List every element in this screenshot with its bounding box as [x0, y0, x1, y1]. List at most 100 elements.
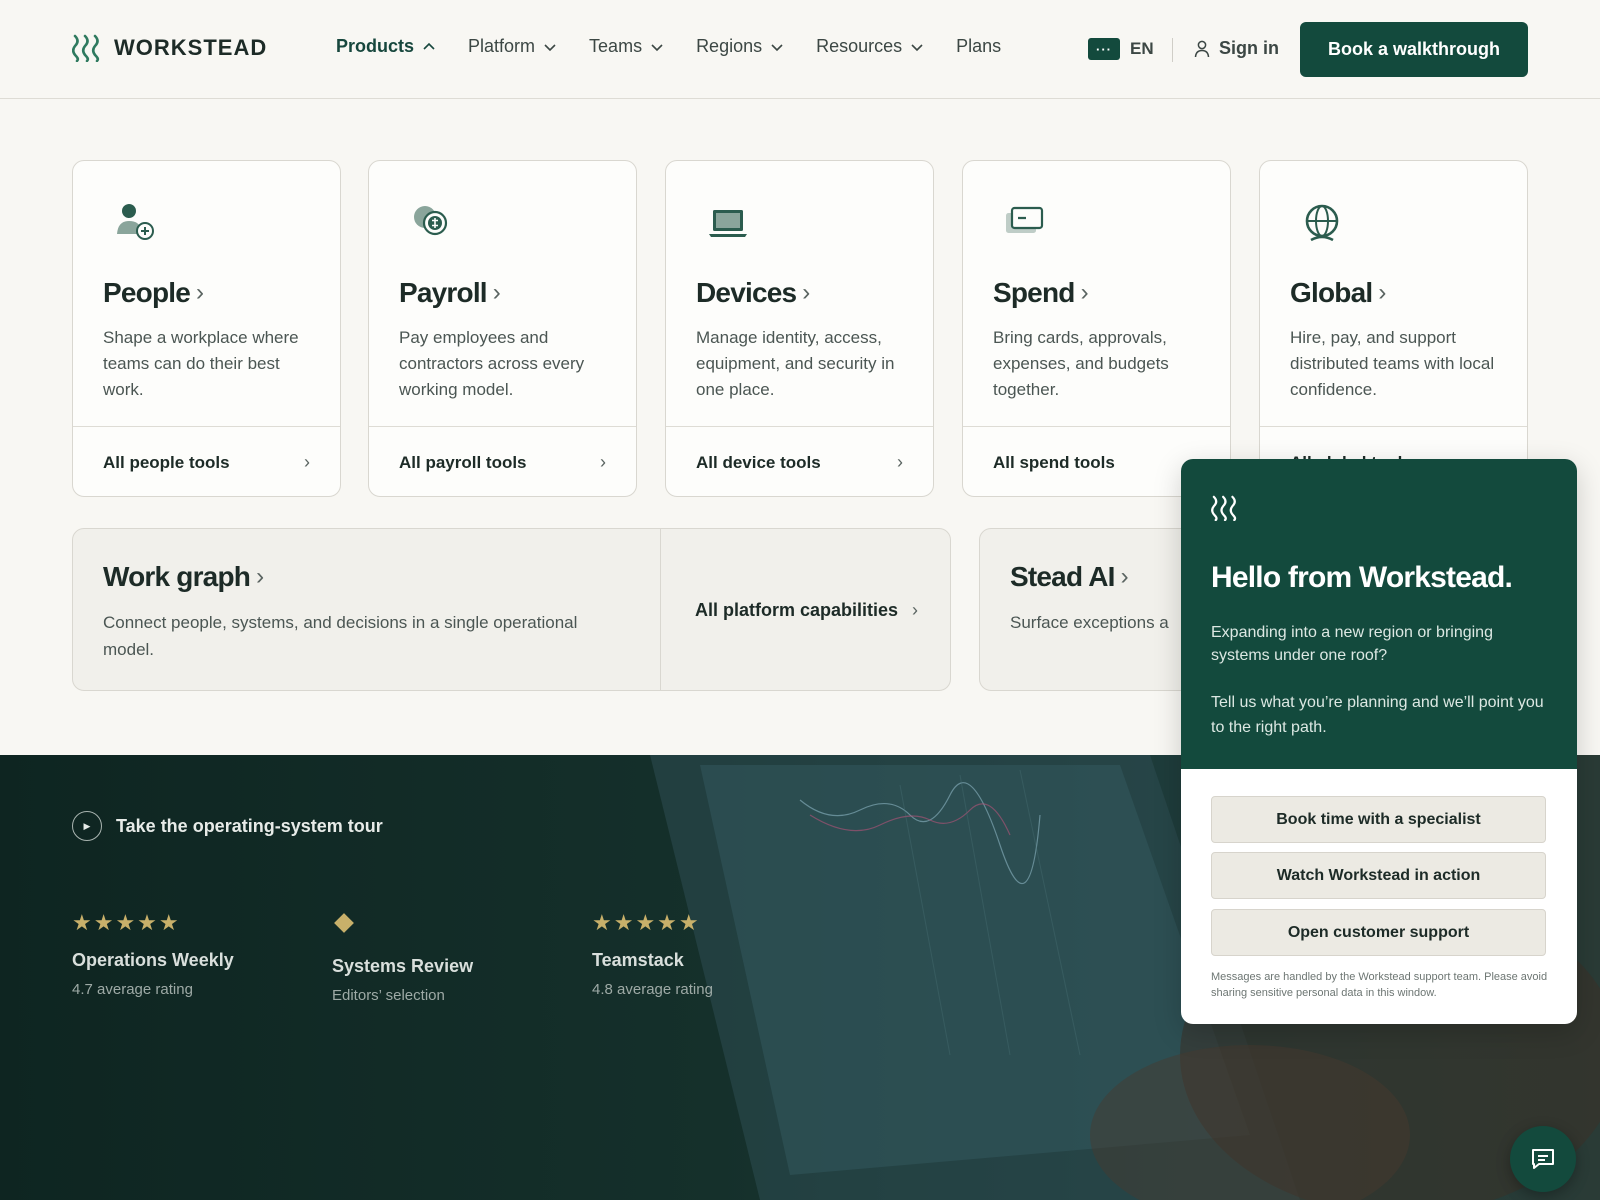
header-divider — [1172, 38, 1173, 62]
nav-platform-label: Platform — [468, 36, 536, 56]
sign-in-link[interactable]: Sign in — [1194, 38, 1279, 59]
chat-bubble-icon — [1532, 1149, 1554, 1169]
chat-popup: Hello from Workstead. Expanding into a n… — [1181, 459, 1577, 1024]
book-specialist-button[interactable]: Book time with a specialist — [1211, 796, 1546, 843]
language-flag-icon: ··· — [1088, 38, 1120, 60]
card-title-text: People — [103, 277, 191, 308]
chevron-right-icon: › — [256, 563, 264, 590]
nav-teams[interactable]: Teams — [589, 36, 664, 57]
arrow-right-icon: › — [912, 600, 919, 620]
all-platform-capabilities-label: All platform capabilities — [694, 600, 899, 620]
chat-prompt-text: Tell us what you’re planning and we’ll p… — [1211, 694, 1544, 736]
chevron-right-icon: › — [802, 279, 810, 306]
chevron-right-icon: › — [196, 279, 204, 306]
user-icon — [1194, 40, 1210, 57]
chevron-right-icon: › — [1120, 563, 1129, 590]
nav-regions-label: Regions — [696, 36, 763, 56]
chevron-right-icon: › — [1378, 279, 1386, 306]
tour-label: Take the operating-system tour — [116, 815, 383, 836]
card-title: Payroll › — [399, 277, 501, 309]
payroll-coins-icon — [414, 206, 448, 236]
language-selector[interactable]: ··· EN — [1088, 38, 1154, 60]
top-navigation-bar: WORKSTEAD Products Platform Teams Region… — [0, 0, 1600, 99]
five-stars-icon: ★★★★★ — [592, 910, 701, 935]
product-card-payroll[interactable]: Payroll › Pay employees and contractors a… — [368, 160, 637, 497]
nav-plans-label: Plans — [956, 36, 1002, 56]
globe-icon — [1305, 204, 1339, 242]
nav-teams-label: Teams — [589, 36, 643, 56]
rating-source: Operations Weekly — [72, 950, 234, 970]
rating-operations-weekly: ★★★★★ Operations Weekly 4.7 average rati… — [72, 910, 234, 998]
open-support-button[interactable]: Open customer support — [1211, 909, 1546, 956]
language-code: EN — [1130, 39, 1154, 58]
rating-source: Systems Review — [332, 956, 474, 976]
card-title: People › — [103, 277, 204, 309]
arrow-right-icon: › — [897, 452, 903, 472]
nav-plans[interactable]: Plans — [956, 36, 1001, 57]
book-walkthrough-button[interactable]: Book a walkthrough — [1300, 22, 1528, 77]
card-description: Manage identity, access, equipment, and … — [696, 328, 895, 399]
operating-system-tour-link[interactable]: ▶ Take the operating-system tour — [72, 811, 383, 841]
nav-products[interactable]: Products — [336, 36, 436, 57]
card-description: Pay employees and contractors across eve… — [399, 328, 585, 399]
all-platform-capabilities-link[interactable]: All platform capabilities › — [661, 529, 950, 690]
work-graph-card: Work graph › Connect people, systems, and… — [72, 528, 951, 691]
card-link-people[interactable]: All people tools › — [73, 426, 340, 496]
sign-in-label: Sign in — [1219, 38, 1279, 58]
rating-teamstack: ★★★★★ Teamstack 4.8 average rating — [592, 910, 713, 998]
diamond-award-icon — [334, 913, 354, 933]
chevron-right-icon: › — [1080, 279, 1089, 306]
chat-header: Hello from Workstead. Expanding into a n… — [1181, 459, 1577, 769]
product-card-global[interactable]: Global › Hire, pay, and support distribut… — [1259, 160, 1528, 497]
work-graph-description: Connect people, systems, and decisions i… — [103, 613, 578, 659]
laptop-icon — [709, 210, 747, 237]
nav-resources-label: Resources — [816, 36, 903, 56]
card-icon — [1006, 206, 1044, 233]
play-icon: ▶ — [72, 811, 102, 841]
card-description: Shape a workplace where teams can do the… — [103, 328, 299, 399]
nav-products-label: Products — [336, 36, 415, 56]
card-title-text: Global — [1290, 277, 1373, 308]
chevron-up-icon — [423, 42, 435, 50]
nav-resources[interactable]: Resources — [816, 36, 924, 57]
five-stars-icon: ★★★★★ — [72, 910, 181, 935]
arrow-right-icon: › — [600, 452, 606, 472]
card-link-devices[interactable]: All device tools › — [666, 426, 933, 496]
workstead-mark-icon — [1211, 495, 1237, 521]
card-title: Spend › — [993, 277, 1089, 309]
card-description: Bring cards, approvals, expenses, and bu… — [993, 328, 1169, 399]
chat-title: Hello from Workstead. — [1211, 561, 1513, 594]
work-graph-title-text: Work graph — [103, 561, 251, 592]
rating-value: 4.7 average rating — [72, 981, 193, 998]
chat-intro-text: Expanding into a new region or bringing … — [1211, 624, 1493, 664]
nav-regions[interactable]: Regions — [696, 36, 784, 57]
card-link-label: All payroll tools — [399, 452, 527, 472]
product-cards: People › Shape a workplace where teams ca… — [72, 160, 1528, 497]
stead-ai-title-text: Stead AI — [1010, 561, 1115, 592]
award-slot — [332, 913, 473, 942]
chat-disclaimer: Messages are handled by the Workstead su… — [1211, 971, 1548, 999]
work-graph-title: Work graph › — [103, 561, 264, 593]
chevron-down-icon — [651, 43, 663, 51]
work-graph-link[interactable]: Work graph › Connect people, systems, and… — [73, 529, 661, 690]
main-nav: Products Platform Teams Regions Resource… — [336, 36, 1001, 57]
chevron-down-icon — [911, 43, 923, 51]
card-link-payroll[interactable]: All payroll tools › — [369, 426, 636, 496]
rating-value: Editors’ selection — [332, 987, 445, 1004]
card-title: Devices › — [696, 277, 810, 309]
card-link-label: All people tools — [103, 452, 230, 472]
card-link-label: All device tools — [696, 452, 821, 472]
product-card-people[interactable]: People › Shape a workplace where teams ca… — [72, 160, 341, 497]
product-card-devices[interactable]: Devices › Manage identity, access, equipm… — [665, 160, 934, 497]
card-title-text: Payroll — [399, 277, 488, 308]
chat-launcher-button[interactable] — [1510, 1126, 1576, 1192]
product-card-spend[interactable]: Spend › Bring cards, approvals, expenses,… — [962, 160, 1231, 497]
card-link-label: All spend tools — [993, 452, 1115, 472]
card-description: Hire, pay, and support distributed teams… — [1290, 328, 1495, 399]
stead-ai-title: Stead AI › — [1010, 561, 1129, 593]
watch-demo-button[interactable]: Watch Workstead in action — [1211, 852, 1546, 899]
nav-platform[interactable]: Platform — [468, 36, 557, 57]
stead-ai-description: Surface exceptions a — [1010, 613, 1169, 632]
rating-value: 4.8 average rating — [592, 981, 713, 998]
workstead-logo[interactable]: WORKSTEAD — [72, 34, 267, 62]
